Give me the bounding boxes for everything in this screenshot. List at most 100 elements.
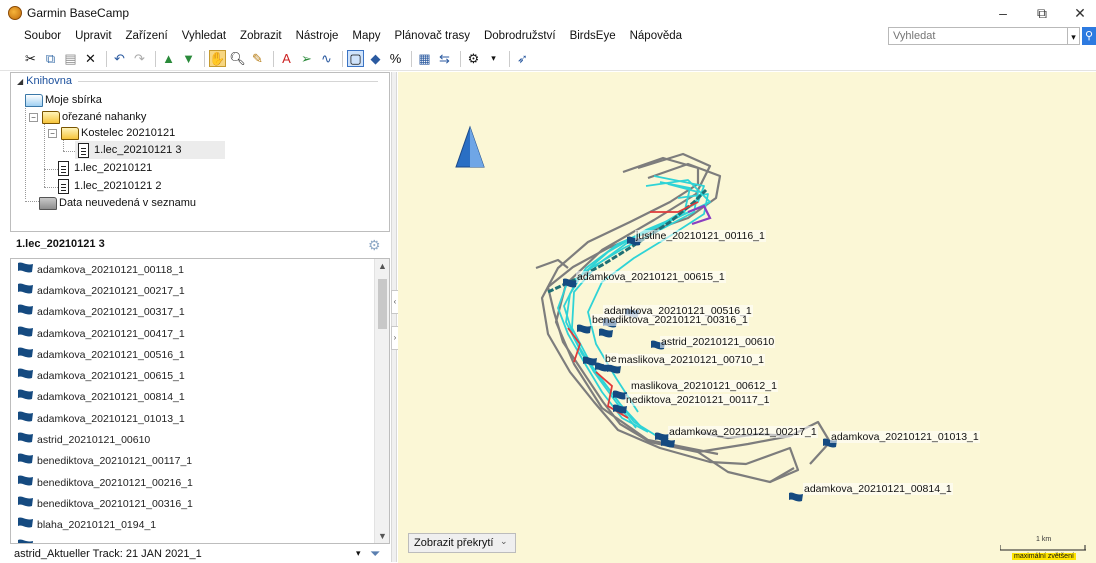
tree-item-label: 1.lec_20210121 2 [74, 180, 162, 192]
waypoint-flag-icon[interactable] [576, 324, 592, 340]
paste-icon[interactable]: ▤ [62, 50, 79, 67]
list-item[interactable]: adamkova_20210121_00317_1 [11, 302, 389, 323]
undo-icon[interactable]: ↶ [111, 50, 128, 67]
map-label[interactable]: adamkova_20210121_00615_1 [576, 271, 726, 283]
zoom-tool-icon[interactable]: 🔍︎ [229, 50, 246, 67]
3d-view-icon[interactable]: ◆ [367, 50, 384, 67]
map-label[interactable]: maslikova_20210121_00710_1 [617, 354, 765, 366]
map-view[interactable]: justine_20210121_00116_1 adamkova_202101… [398, 72, 1096, 563]
scroll-thumb[interactable] [378, 279, 387, 329]
list-item[interactable]: adamkova_20210121_00814_1 [11, 387, 389, 408]
scrollbar[interactable]: ▲ ▼ [374, 259, 389, 543]
tree-item-selected-list[interactable]: 1.lec_20210121 3 [75, 141, 225, 159]
toolbar-separator [273, 50, 274, 67]
new-waypoint-icon[interactable]: A [278, 50, 295, 67]
chevron-down-icon[interactable]: ⌄ [500, 536, 508, 547]
delete-icon[interactable]: ✕ [82, 50, 99, 67]
gear-icon[interactable]: ⚙ [368, 237, 381, 254]
scroll-up-icon[interactable]: ▲ [375, 261, 389, 271]
map-label[interactable]: adamkova_20210121_00217_1 [668, 426, 818, 438]
swap-icon[interactable]: ⇆ [436, 50, 453, 67]
receive-from-device-icon[interactable]: ▲ [160, 50, 177, 67]
waypoint-flag-icon[interactable] [788, 492, 804, 508]
waypoint-flag-icon[interactable] [598, 328, 614, 344]
tree-guide [44, 169, 58, 170]
filter-settings-icon[interactable]: ⚙ [465, 50, 482, 67]
tree-item-unlisted-data[interactable]: Data neuvedená v seznamu [39, 194, 196, 212]
rocket-icon[interactable]: ➶ [514, 50, 531, 67]
list-item[interactable]: astrid_20210121_00610 [11, 429, 389, 450]
menu-birdseye[interactable]: BirdsEye [563, 26, 623, 46]
hand-tool-icon[interactable]: ✋ [209, 50, 226, 67]
flag-icon [17, 326, 35, 342]
search-icon[interactable]: ⚲ [1082, 27, 1096, 45]
menu-zobrazit[interactable]: Zobrazit [233, 26, 289, 46]
folder-open-icon [42, 110, 60, 124]
library-header: ◢ Knihovna [17, 75, 379, 87]
map-label[interactable]: benediktova_20210121_00316_1 [591, 314, 749, 326]
map-label[interactable]: be [604, 353, 618, 365]
menu-mapy[interactable]: Mapy [345, 26, 387, 46]
list-item[interactable]: adamkova_20210121_00118_1 [11, 259, 389, 280]
search-dropdown-button[interactable]: ▾ [1068, 27, 1080, 45]
menu-dobrodruzstvi[interactable]: Dobrodružství [477, 26, 563, 46]
header-rule [78, 80, 379, 82]
menu-zarizeni[interactable]: Zařízení [119, 26, 175, 46]
collapse-icon[interactable]: − [48, 128, 57, 138]
map-label[interactable]: maslikova_20210121_00612_1 [630, 380, 778, 392]
tree-item-moje-sbirka[interactable]: Moje sbírka [25, 91, 102, 109]
chevron-down-icon[interactable]: ▾ [485, 50, 502, 67]
tree-item-kostelec[interactable]: − Kostelec 20210121 [48, 124, 175, 142]
waypoint-flag-icon[interactable] [612, 404, 628, 420]
map-label[interactable]: adamkova_20210121_00814_1 [803, 483, 953, 495]
collapse-triangle-icon[interactable]: ◢ [17, 77, 23, 86]
menu-vyhledat[interactable]: Vyhledat [175, 26, 233, 46]
collapse-icon[interactable]: − [29, 112, 38, 122]
list-item[interactable]: adamkova_20210121_00516_1 [11, 344, 389, 365]
measure-tool-icon[interactable]: ✎ [249, 50, 266, 67]
menu-planovac-trasy[interactable]: Plánovač trasy [388, 26, 477, 46]
filter-icon[interactable]: ⏷ [370, 546, 380, 562]
menu-upravit[interactable]: Upravit [68, 26, 118, 46]
list-item[interactable]: adamkova_20210121_01013_1 [11, 408, 389, 429]
tree-item-list[interactable]: 1.lec_20210121 [58, 159, 152, 177]
redo-icon[interactable]: ↷ [131, 50, 148, 67]
cut-icon[interactable]: ✂ [22, 50, 39, 67]
percent-icon[interactable]: % [387, 50, 404, 67]
grid-icon[interactable]: ▦ [416, 50, 433, 67]
menu-soubor[interactable]: Soubor [0, 26, 68, 46]
menu-napoveda[interactable]: Nápověda [623, 26, 689, 46]
map-label[interactable]: astrid_20210121_00610 [660, 336, 776, 348]
toolbar-separator [106, 50, 107, 67]
tree-item-list[interactable]: 1.lec_20210121 2 [58, 177, 161, 195]
send-to-device-icon[interactable]: ▼ [180, 50, 197, 67]
map-label[interactable]: justine_20210121_00116_1 [635, 230, 766, 242]
flag-icon [17, 432, 35, 448]
map-label[interactable]: adamkova_20210121_01013_1 [830, 431, 980, 443]
tree-item-label: ořezané nahanky [62, 111, 147, 123]
list-item[interactable]: blaha_20210121_0194_1 [11, 515, 389, 536]
map-label[interactable]: nediktova_20210121_00117_1 [625, 394, 771, 406]
menu-nastroje[interactable]: Nástroje [289, 26, 346, 46]
minimize-button[interactable]: – [985, 2, 1021, 24]
new-route-icon[interactable]: ➢ [298, 50, 315, 67]
list-item[interactable]: benediktova_20210121_00316_1 [11, 493, 389, 514]
chevron-down-icon[interactable]: ▾ [356, 548, 361, 559]
list-item[interactable]: benediktova_20210121_00216_1 [11, 472, 389, 493]
close-button[interactable]: ✕ [1062, 2, 1096, 24]
list-item[interactable]: ... [11, 536, 389, 543]
folder-open-icon [61, 126, 79, 140]
new-track-icon[interactable]: ∿ [318, 50, 335, 67]
pane-splitter[interactable] [391, 72, 397, 562]
2d-view-icon[interactable]: ▢ [347, 50, 364, 67]
list-item[interactable]: adamkova_20210121_00417_1 [11, 323, 389, 344]
list-item[interactable]: adamkova_20210121_00615_1 [11, 365, 389, 386]
list-item[interactable]: benediktova_20210121_00117_1 [11, 451, 389, 472]
list-item[interactable]: adamkova_20210121_00217_1 [11, 280, 389, 301]
waypoint-flag-icon[interactable] [660, 438, 676, 454]
search-input[interactable] [888, 27, 1068, 45]
copy-icon[interactable]: ⧉ [42, 50, 59, 67]
waypoint-flag-icon[interactable] [606, 364, 622, 380]
scroll-down-icon[interactable]: ▼ [375, 531, 389, 541]
restore-button[interactable]: ⧉ [1024, 2, 1060, 24]
